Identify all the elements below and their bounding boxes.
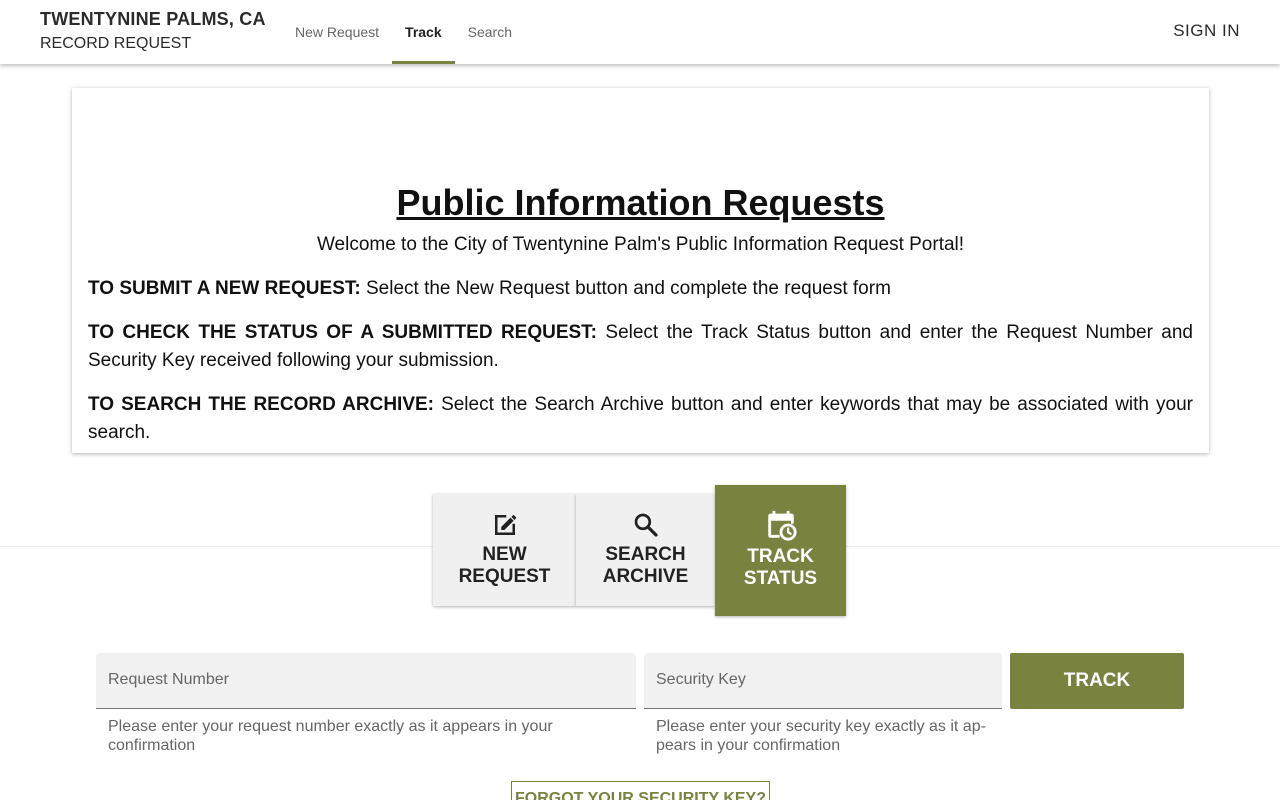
edit-icon bbox=[494, 515, 516, 535]
tab-search[interactable]: Search bbox=[455, 0, 525, 64]
track-button[interactable]: TRACK bbox=[1010, 653, 1184, 709]
search-icon bbox=[634, 513, 658, 537]
label-line: ARCHIVE bbox=[602, 566, 689, 587]
track-status-label: TRACK STATUS bbox=[744, 546, 817, 590]
label-line: NEW bbox=[482, 544, 527, 565]
new-request-label: NEW REQUEST bbox=[459, 544, 551, 588]
label-line: REQUEST bbox=[458, 566, 551, 587]
security-key-field[interactable]: Security Key bbox=[644, 653, 1002, 709]
track-status-button[interactable]: TRACK STATUS bbox=[715, 485, 846, 616]
tab-new-request[interactable]: New Request bbox=[282, 0, 392, 64]
instruction-lead: TO SUBMIT A NEW REQUEST: bbox=[88, 278, 361, 299]
instruction-search-archive: TO SEARCH THE RECORD ARCHIVE: Select the… bbox=[88, 391, 1193, 447]
security-key-placeholder: Security Key bbox=[656, 671, 746, 688]
instruction-lead: TO CHECK THE STATUS OF A SUBMITTED REQUE… bbox=[88, 322, 598, 343]
instruction-lead: TO SEARCH THE RECORD ARCHIVE: bbox=[88, 394, 434, 415]
brand-title[interactable]: TWENTYNINE PALMS, CA bbox=[40, 8, 266, 30]
forgot-security-key-button[interactable]: FORGOT YOUR SECURITY KEY? bbox=[511, 781, 770, 800]
welcome-text: Welcome to the City of Twentynine Palm's… bbox=[316, 234, 965, 255]
request-number-placeholder: Request Number bbox=[108, 671, 229, 688]
instruction-check-status: TO CHECK THE STATUS OF A SUBMITTED REQUE… bbox=[88, 319, 1193, 375]
nav-tabs: New Request Track Search bbox=[282, 0, 525, 64]
brand-subtitle[interactable]: RECORD REQUEST bbox=[40, 34, 266, 54]
page-title: Public Information Requests bbox=[396, 182, 885, 223]
calendar-clock-icon bbox=[767, 510, 797, 541]
search-archive-label: SEARCH ARCHIVE bbox=[603, 544, 689, 588]
request-number-hint: Please enter your request number exactly… bbox=[108, 718, 553, 754]
label-line: STATUS bbox=[743, 568, 818, 589]
request-number-field[interactable]: Request Number bbox=[96, 653, 636, 709]
app-header: TWENTYNINE PALMS, CA RECORD REQUEST New … bbox=[0, 0, 1280, 64]
label-line: TRACK bbox=[747, 546, 814, 567]
info-card: Public Information Requests Welcome to t… bbox=[72, 88, 1209, 453]
new-request-button[interactable]: NEW REQUEST bbox=[433, 494, 576, 606]
tab-track[interactable]: Track bbox=[392, 0, 455, 64]
brand[interactable]: TWENTYNINE PALMS, CA RECORD REQUEST bbox=[40, 8, 266, 54]
label-line: SEARCH bbox=[605, 544, 686, 565]
instruction-text: Select the New Request button and comple… bbox=[360, 278, 891, 299]
search-archive-button[interactable]: SEARCH ARCHIVE bbox=[576, 494, 715, 606]
instruction-new-request: TO SUBMIT A NEW REQUEST: Select the New … bbox=[88, 275, 1193, 303]
sign-in-button[interactable]: SIGN IN bbox=[1173, 21, 1240, 41]
security-key-hint: Please enter your security key exactly a… bbox=[656, 718, 986, 754]
